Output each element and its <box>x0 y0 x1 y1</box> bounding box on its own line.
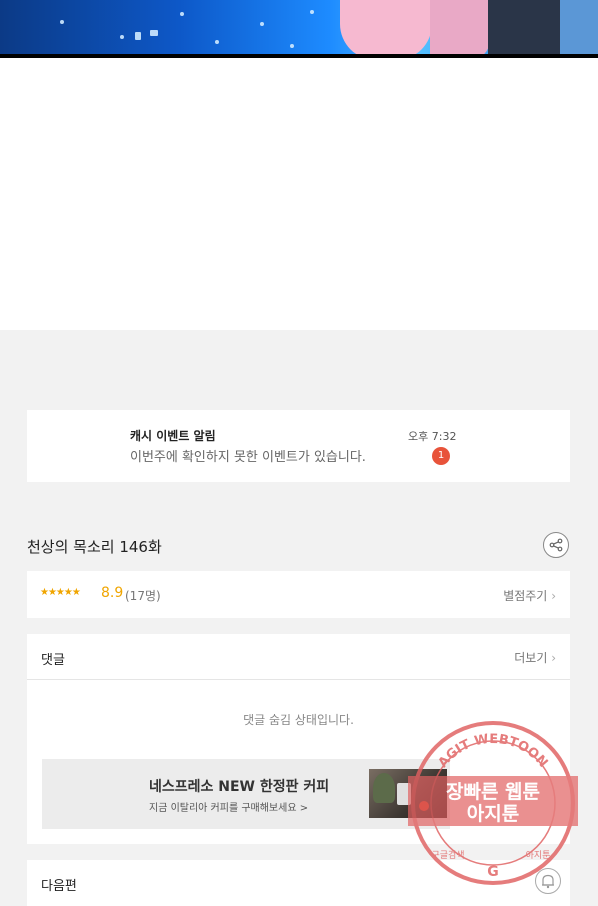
rate-button[interactable]: 별점주기 › <box>503 587 556 604</box>
google-logo: G <box>487 864 499 880</box>
comic-panel-bottom <box>0 0 598 58</box>
more-label: 더보기 <box>514 651 548 665</box>
notification-message: 이번주에 확인하지 못한 이벤트가 있습니다. <box>130 450 366 465</box>
svg-text:AGIT WEBTOON: AGIT WEBTOON <box>436 732 551 771</box>
ad-title: 네스프레소 NEW 한정판 커피 <box>149 779 330 795</box>
episode-title: 천상의 목소리 146화 <box>27 538 162 556</box>
next-episode-label: 다음편 <box>41 879 77 894</box>
share-icon <box>549 538 563 552</box>
watermark-left-text: 구글검색 <box>431 849 464 861</box>
rating-bar: ★★★★★ 8.9 (17명) 별점주기 › <box>27 571 570 618</box>
watermark-stamp: AGIT WEBTOON 장빠른 웹툰 아지툰 구글검색 아지툰 G <box>408 721 578 885</box>
rating-count: (17명) <box>125 589 161 603</box>
ad-subtitle: 지금 이탈리아 커피를 구매해보세요 > <box>149 803 309 814</box>
comments-more-button[interactable]: 더보기 › <box>514 649 556 666</box>
watermark-top-text: AGIT WEBTOON <box>436 732 551 771</box>
notification-title: 캐시 이벤트 알림 <box>130 429 216 443</box>
character-hair-pink <box>340 0 432 58</box>
comic-blank-area <box>0 58 598 330</box>
ad-banner[interactable]: 네스프레소 NEW 한정판 커피 지금 이탈리아 커피를 구매해보세요 > <box>42 759 450 829</box>
chevron-right-icon: › <box>551 589 556 603</box>
character-blue-figure <box>560 0 598 58</box>
comments-title: 댓글 <box>41 653 65 668</box>
rating-stars: ★★★★★ <box>40 587 81 598</box>
notification-time: 오후 7:32 <box>408 430 457 443</box>
rate-label: 별점주기 <box>503 589 548 603</box>
notification-badge: 1 <box>432 447 450 465</box>
share-button[interactable] <box>543 532 569 558</box>
watermark-line2: 아지툰 <box>467 803 519 825</box>
cash-event-notification[interactable]: 캐시 이벤트 알림 이번주에 확인하지 못한 이벤트가 있습니다. 오후 7:3… <box>27 410 570 482</box>
watermark-right-text: 아지툰 <box>526 850 551 861</box>
rating-score: 8.9 <box>101 585 124 601</box>
chevron-right-icon: › <box>551 651 556 665</box>
character-hair-pink-shadow <box>430 0 490 58</box>
divider <box>27 679 570 680</box>
watermark-line1: 장빠른 웹툰 <box>446 781 540 803</box>
